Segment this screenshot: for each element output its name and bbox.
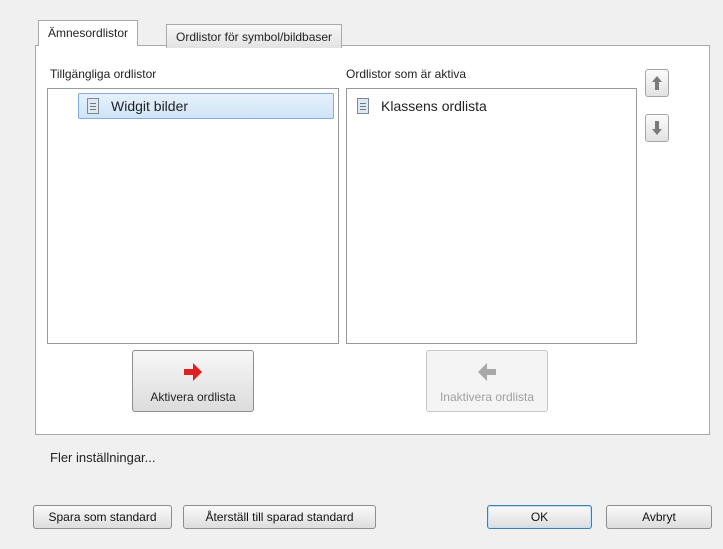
restore-default-button[interactable]: Återställ till sparad standard	[183, 505, 376, 529]
list-item-label: Klassens ordlista	[381, 98, 487, 114]
available-lists-label: Tillgängliga ordlistor	[50, 67, 157, 81]
activate-list-label: Aktivera ordlista	[150, 390, 236, 404]
dictionary-icon	[87, 98, 99, 114]
dictionary-icon	[357, 98, 369, 114]
dictionary-settings-dialog: Ämnesordlistor Ordlistor för symbol/bild…	[0, 0, 723, 549]
activate-list-button[interactable]: Aktivera ordlista	[132, 350, 254, 412]
active-lists-label: Ordlistor som är aktiva	[346, 67, 467, 81]
more-settings-link[interactable]: Fler inställningar...	[50, 450, 156, 465]
list-item-label: Widgit bilder	[111, 98, 189, 114]
arrow-right-icon	[184, 363, 202, 381]
available-lists-box[interactable]: Widgit bilder	[47, 88, 339, 344]
deactivate-list-button[interactable]: Inaktivera ordlista	[426, 350, 548, 412]
list-item-klassens-ordlista[interactable]: Klassens ordlista	[357, 93, 627, 119]
tab-symbol-dictionaries[interactable]: Ordlistor för symbol/bildbaser	[166, 24, 343, 48]
active-lists-box[interactable]: Klassens ordlista	[346, 88, 637, 344]
arrow-left-icon	[478, 363, 496, 381]
arrow-down-icon	[652, 121, 662, 135]
ok-button[interactable]: OK	[487, 505, 592, 529]
list-item-widgit-bilder[interactable]: Widgit bilder	[78, 93, 334, 119]
cancel-button[interactable]: Avbryt	[606, 505, 712, 529]
move-up-button[interactable]	[645, 69, 669, 97]
tab-subject-dictionaries[interactable]: Ämnesordlistor	[38, 20, 139, 46]
move-down-button[interactable]	[645, 114, 669, 142]
deactivate-list-label: Inaktivera ordlista	[439, 390, 535, 404]
arrow-up-icon	[652, 76, 662, 90]
save-as-default-button[interactable]: Spara som standard	[33, 505, 172, 529]
